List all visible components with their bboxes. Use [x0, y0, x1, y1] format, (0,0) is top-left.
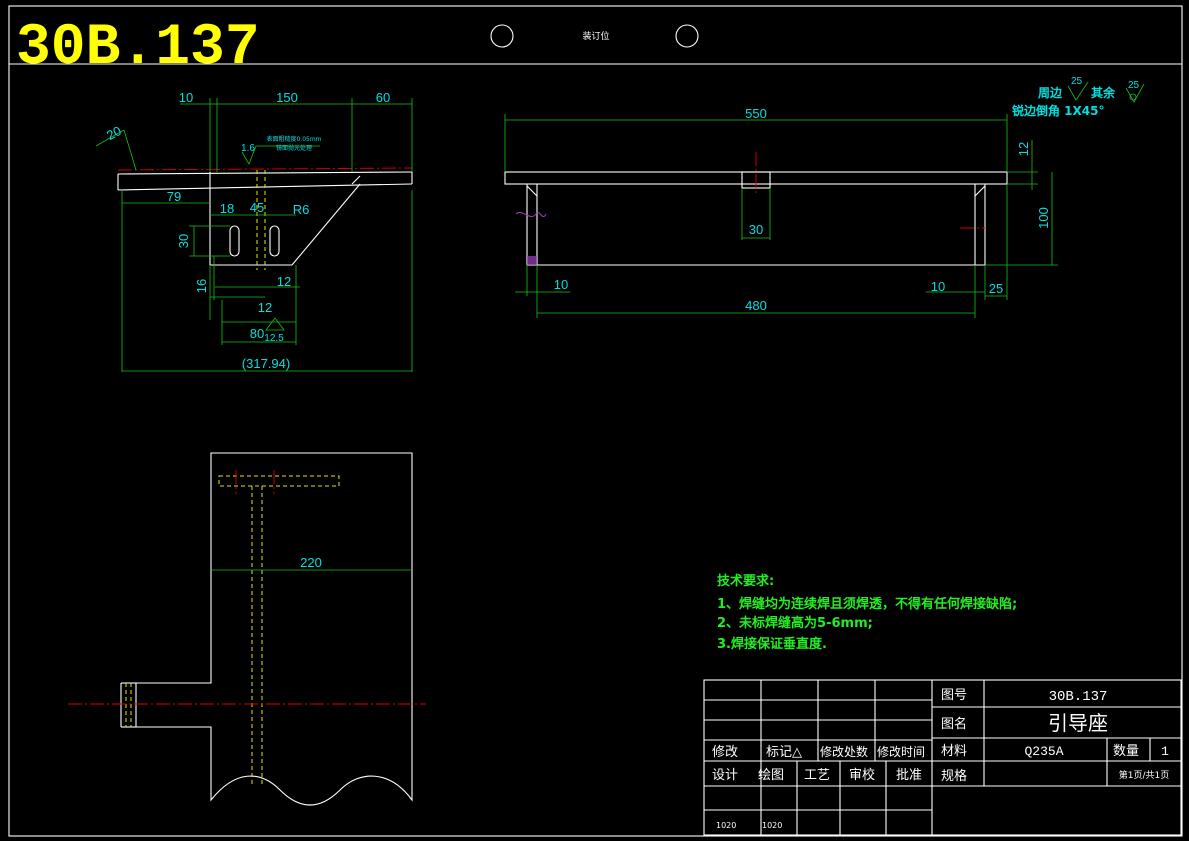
tb-design-date: 1020 — [716, 821, 736, 830]
tb-name: 引导座 — [1048, 711, 1108, 735]
side-view: 220 — [68, 452, 426, 806]
binding-hole-left — [490, 24, 514, 48]
tech-requirement-3: 3.焊接保证垂直度. — [717, 636, 827, 652]
tech-requirements-title: 技术要求: — [717, 573, 774, 589]
svg-text:60: 60 — [376, 90, 390, 105]
tb-process: 工艺 — [804, 768, 830, 783]
tb-drawing-no-label: 图号 — [941, 688, 967, 703]
svg-text:45: 45 — [250, 200, 264, 215]
svg-text:12: 12 — [277, 274, 291, 289]
tb-approve: 批准 — [896, 768, 922, 783]
svg-text:80: 80 — [250, 326, 264, 341]
svg-text:550: 550 — [745, 106, 767, 121]
svg-text:R6: R6 — [293, 202, 310, 217]
svg-text:10: 10 — [931, 279, 945, 294]
cad-drawing: 30B.137 装订位 10 150 60 20 79 18 45 R6 30 … — [8, 5, 1183, 837]
svg-text:30: 30 — [176, 234, 191, 248]
svg-text:100: 100 — [1036, 207, 1051, 229]
svg-text:锐边倒角 1X45°: 锐边倒角 1X45° — [1012, 103, 1104, 118]
svg-text:12: 12 — [1016, 142, 1031, 156]
tb-drawing-no: 30B.137 — [1049, 689, 1108, 705]
svg-text:镜面抛光处理: 镜面抛光处理 — [276, 144, 312, 152]
svg-text:150: 150 — [276, 90, 298, 105]
tb-revision-time: 修改时间 — [877, 744, 925, 759]
tb-mark: 标记△ — [766, 745, 802, 760]
tb-qty: 1 — [1161, 744, 1169, 759]
svg-text:16: 16 — [194, 279, 209, 293]
tb-spec-label: 规格 — [941, 768, 967, 784]
tb-drawing-date: 1020 — [762, 821, 782, 830]
svg-text:10: 10 — [179, 90, 193, 105]
svg-text:30: 30 — [749, 222, 763, 237]
svg-text:10: 10 — [554, 277, 568, 292]
svg-text:79: 79 — [167, 189, 181, 204]
tb-name-label: 图名 — [941, 716, 967, 732]
tb-material-label: 材料 — [941, 744, 967, 759]
binding-hole-right — [675, 24, 699, 48]
tb-qty-label: 数量 — [1113, 744, 1139, 759]
drawing-code-title: 30B.137 — [16, 16, 260, 81]
svg-text:18: 18 — [220, 201, 234, 216]
top-view: 550 12 100 30 10 10 25 480 — [504, 106, 1058, 318]
tech-requirements: 技术要求: 1、焊缝均为连续焊且须焊透，不得有任何焊接缺陷; 2、未标焊缝高为5… — [717, 573, 1017, 652]
tb-check: 审校 — [849, 767, 875, 783]
tech-requirement-1: 1、焊缝均为连续焊且须焊透，不得有任何焊接缺陷; — [717, 596, 1017, 612]
title-block: 修改 标记△ 修改处数 修改时间 设计 绘图 工艺 审校 批准 1020 102… — [703, 679, 1182, 836]
tb-material: Q235A — [1024, 744, 1063, 759]
svg-text:其余: 其余 — [1091, 85, 1116, 100]
tb-page: 第1页/共1页 — [1119, 769, 1170, 781]
svg-text:周边: 周边 — [1038, 85, 1063, 100]
svg-text:25: 25 — [989, 281, 1003, 296]
tech-requirement-2: 2、未标焊缝高为5-6mm; — [717, 615, 873, 631]
surface-finish-note: 周边 25 其余 25 锐边倒角 1X45° — [1012, 76, 1145, 118]
tb-revision: 修改 — [712, 745, 738, 760]
svg-text:(317.94): (317.94) — [242, 356, 290, 371]
binding-label: 装订位 — [582, 30, 609, 42]
svg-text:220: 220 — [300, 555, 322, 570]
tb-design: 设计 — [712, 768, 738, 783]
svg-text:12.5: 12.5 — [264, 333, 284, 344]
svg-text:480: 480 — [745, 298, 767, 313]
svg-text:25: 25 — [1128, 80, 1140, 91]
svg-text:1.6: 1.6 — [241, 143, 255, 154]
svg-text:表面粗糙度0.05mm: 表面粗糙度0.05mm — [266, 135, 321, 143]
svg-text:25: 25 — [1071, 76, 1083, 87]
front-view: 10 150 60 20 79 18 45 R6 30 16 12 12 80 … — [95, 90, 413, 372]
drawing-frame — [8, 5, 1183, 837]
tb-revision-count: 修改处数 — [820, 744, 868, 759]
svg-text:12: 12 — [258, 300, 272, 315]
tb-drawing: 绘图 — [758, 768, 784, 783]
